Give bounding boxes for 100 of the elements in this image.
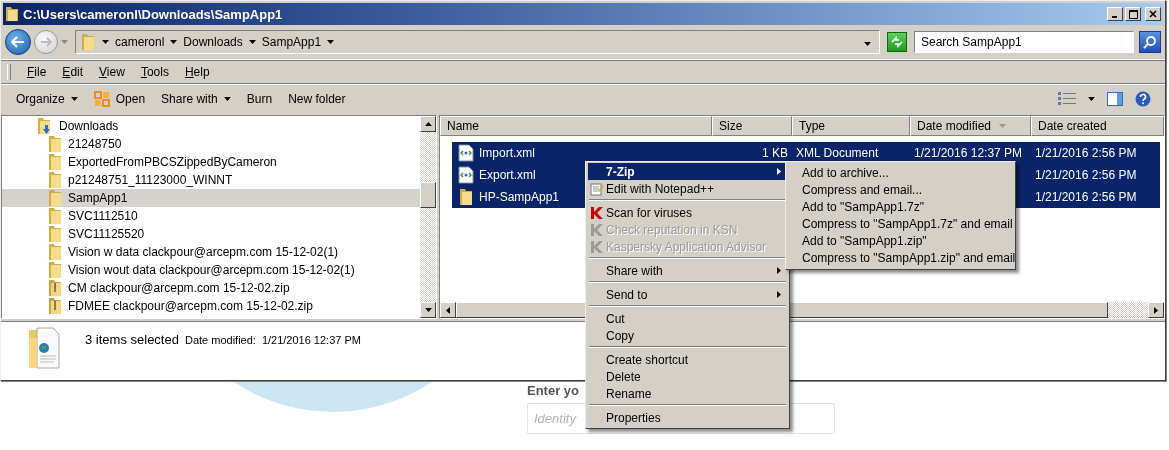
tree-item[interactable]: Vision wout data clackpour@arcepm.com 15-12-02(1) xyxy=(2,261,420,279)
selection-preview-icon xyxy=(27,326,63,370)
menu-item[interactable]: Compress to "SampApp1.zip" and email xyxy=(788,249,1013,266)
tree-item[interactable]: SVC11125520 xyxy=(2,225,420,243)
column-header[interactable]: Name xyxy=(440,116,712,136)
tree-item[interactable]: FDMEE clackpour@arcepm.com 15-12-02.zip xyxy=(2,297,420,315)
folder-icon xyxy=(47,153,63,171)
menu-item[interactable]: Rename xyxy=(588,385,787,402)
menu-item[interactable]: Create shortcut xyxy=(588,351,787,368)
back-button[interactable] xyxy=(5,29,31,55)
date-created: 1/21/2016 2:56 PM xyxy=(1035,190,1137,204)
detail-value: 1/21/2016 12:37 PM xyxy=(261,334,361,346)
refresh-icon xyxy=(891,36,903,48)
scroll-right-button[interactable] xyxy=(1148,302,1164,318)
maximize-button[interactable] xyxy=(1125,7,1141,21)
menu-item[interactable]: Send to xyxy=(588,286,787,303)
folder-icon xyxy=(47,261,63,279)
caret-icon xyxy=(864,42,871,46)
detail-label: Date modified: xyxy=(184,334,256,346)
tree-item[interactable]: ExportedFromPBCSZippedByCameron xyxy=(2,153,420,171)
tree-item[interactable]: Downloads xyxy=(2,117,420,135)
search-field[interactable]: Search SampApp1 xyxy=(914,31,1134,53)
search-button[interactable] xyxy=(1139,31,1161,53)
close-button[interactable] xyxy=(1145,7,1161,21)
folder-icon xyxy=(47,243,63,261)
file-row[interactable]: Import.xml 1 KB XML Document 1/21/2016 12:37 PM 1/21/2016 2:56 PM xyxy=(452,142,1160,164)
column-header[interactable]: Size xyxy=(712,116,792,136)
file-name: Import.xml xyxy=(479,146,535,160)
breadcrumb[interactable]: cameronl xyxy=(115,35,165,49)
tree-item[interactable]: SVC1112510 xyxy=(2,207,420,225)
arrow-icon xyxy=(424,122,432,126)
close-icon xyxy=(1149,10,1157,18)
scroll-left-button[interactable] xyxy=(440,302,456,318)
maximize-icon xyxy=(1128,9,1138,19)
details-view-icon[interactable] xyxy=(1058,92,1076,106)
column-header[interactable]: Type xyxy=(792,116,910,136)
caret-icon xyxy=(61,40,68,44)
tree-item[interactable]: Vision w data clackpour@arcepm.com 15-12-02(1) xyxy=(2,243,420,261)
toolbar-button[interactable]: Burn xyxy=(239,88,280,110)
column-header[interactable]: Date created xyxy=(1031,116,1164,136)
file-size: 1 KB xyxy=(762,146,788,160)
address-field[interactable]: cameronl Downloads SampApp1 xyxy=(75,30,880,54)
caret-icon xyxy=(170,40,178,44)
menu-item[interactable]: Add to "SampApp1.7z" xyxy=(788,198,1013,215)
preview-pane-icon[interactable] xyxy=(1107,92,1123,106)
caret-icon xyxy=(223,97,231,101)
zip-folder-icon xyxy=(47,279,63,297)
menu-bar-item[interactable]: Help xyxy=(178,65,216,79)
tree-item[interactable]: 21248750 xyxy=(2,135,420,153)
caret-icon xyxy=(70,97,78,101)
toolbar-button[interactable]: New folder xyxy=(281,88,353,110)
menu-item[interactable]: Edit with Notepad++ xyxy=(588,180,787,197)
folder-icon xyxy=(47,207,63,225)
menu-item[interactable]: Add to "SampApp1.zip" xyxy=(788,232,1013,249)
folder-icon xyxy=(5,6,19,22)
arrow-icon xyxy=(424,308,432,312)
notepad-icon xyxy=(590,181,604,196)
breadcrumb[interactable]: Downloads xyxy=(183,35,243,49)
toolbar-button[interactable]: Organize xyxy=(9,88,85,110)
file-type: XML Document xyxy=(796,146,879,160)
tree-item[interactable]: SampApp1 xyxy=(2,189,420,207)
minimize-button[interactable] xyxy=(1107,7,1123,21)
column-header[interactable]: Date modified xyxy=(910,116,1031,136)
scroll-thumb[interactable] xyxy=(420,182,436,208)
search-icon xyxy=(1143,35,1157,49)
menu-item[interactable]: Copy xyxy=(588,327,787,344)
tree-item[interactable]: p21248751_11123000_WINNT xyxy=(2,171,420,189)
submenu-arrow-icon xyxy=(777,267,781,274)
window-title: C:\Users\cameronl\Downloads\SampApp1 xyxy=(23,6,283,22)
submenu-arrow-icon xyxy=(777,168,781,175)
menu-item[interactable]: Compress to "SampApp1.7z" and email xyxy=(788,215,1013,232)
menu-item[interactable]: Add to archive... xyxy=(788,164,1013,181)
toolbar-button[interactable]: Open xyxy=(86,88,153,110)
selection-summary: 3 items selected xyxy=(85,332,179,347)
caret-icon xyxy=(248,40,256,44)
menu-item[interactable]: Cut xyxy=(588,310,787,327)
menu-bar-item[interactable]: File xyxy=(21,65,53,79)
scroll-down-button[interactable] xyxy=(420,302,436,318)
scroll-up-button[interactable] xyxy=(420,116,436,132)
help-icon[interactable] xyxy=(1135,91,1151,107)
menu-item[interactable]: Share with xyxy=(588,262,787,279)
file-name: HP-SampApp1 xyxy=(479,190,560,204)
caret-icon xyxy=(1088,97,1095,101)
tree-item[interactable]: CM clackpour@arcepm.com 15-12-02.zip xyxy=(2,279,420,297)
menu-bar-item[interactable]: View xyxy=(93,65,131,79)
menu-item[interactable]: Compress and email... xyxy=(788,181,1013,198)
toolbar-button[interactable]: Share with xyxy=(154,88,238,110)
date-modified: 1/21/2016 12:37 PM xyxy=(914,146,1023,160)
menu-item[interactable]: Properties xyxy=(588,409,787,426)
breadcrumb[interactable]: SampApp1 xyxy=(261,35,322,49)
menu-bar-item[interactable]: Tools xyxy=(134,65,175,79)
refresh-button[interactable] xyxy=(887,32,907,52)
sort-arrow-icon xyxy=(999,124,1007,128)
menu-item[interactable]: 7-Zip xyxy=(588,163,787,180)
menu-item[interactable]: Delete xyxy=(588,368,787,385)
vertical-scrollbar[interactable] xyxy=(420,116,436,318)
menu-bar-item[interactable]: Edit xyxy=(56,65,90,79)
caret-icon xyxy=(327,40,335,44)
menu-item[interactable]: Scan for viruses xyxy=(588,204,787,221)
zip-folder-icon xyxy=(47,297,63,315)
